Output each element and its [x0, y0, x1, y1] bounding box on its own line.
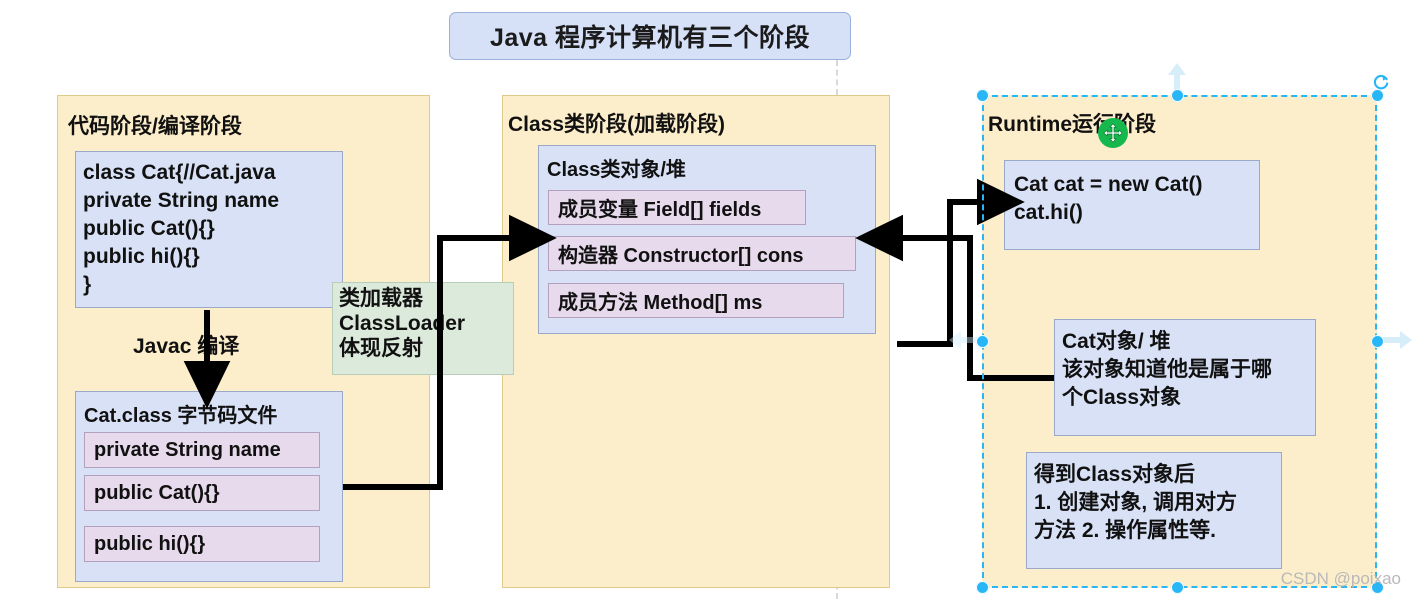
- bytecode-member-label: private String name: [94, 438, 281, 461]
- class-member-label: 成员方法 Method[] ms: [558, 292, 763, 314]
- classloader-note: 类加载器 ClassLoader 体现反射: [332, 282, 514, 375]
- rotate-icon[interactable]: [1372, 74, 1390, 92]
- table-row: 构造器 Constructor[] cons: [548, 236, 856, 271]
- classloader-note-text: 类加载器 ClassLoader 体现反射: [339, 287, 466, 360]
- selection-handle-middle-right[interactable]: [1371, 335, 1384, 348]
- stage-code-title: 代码阶段/编译阶段: [68, 115, 242, 138]
- selection-handle-bottom-center[interactable]: [1171, 581, 1184, 594]
- diagram-title-banner: Java 程序计算机有三个阶段: [449, 12, 851, 60]
- move-arrows-glyph: [1103, 123, 1123, 143]
- class-object-title: Class类对象/堆: [547, 159, 686, 181]
- stage-class-title: Class类阶段(加载阶段): [508, 113, 726, 136]
- selection-handle-middle-left[interactable]: [976, 335, 989, 348]
- selection-handle-bottom-left[interactable]: [976, 581, 989, 594]
- alignment-guide-top: [836, 60, 838, 95]
- selection-outline: [982, 95, 1377, 588]
- bytecode-file-title: Cat.class 字节码文件: [84, 405, 278, 427]
- selection-handle-top-center[interactable]: [1171, 89, 1184, 102]
- source-code-text: class Cat{//Cat.java private String name…: [83, 161, 280, 296]
- class-member-label: 构造器 Constructor[] cons: [558, 245, 804, 267]
- table-row: public Cat(){}: [84, 475, 320, 511]
- source-code-box: class Cat{//Cat.java private String name…: [75, 151, 343, 308]
- class-object-box: Class类对象/堆 成员变量 Field[] fields 构造器 Const…: [538, 145, 876, 334]
- class-member-label: 成员变量 Field[] fields: [558, 199, 762, 221]
- javac-compile-label: Javac 编译: [133, 335, 240, 358]
- diagram-title-text: Java 程序计算机有三个阶段: [489, 24, 811, 52]
- table-row: 成员方法 Method[] ms: [548, 283, 844, 318]
- bytecode-member-label: public Cat(){}: [94, 481, 220, 504]
- bytecode-file-box: Cat.class 字节码文件 private String name publ…: [75, 391, 343, 582]
- bytecode-member-label: public hi(){}: [94, 532, 206, 555]
- table-row: 成员变量 Field[] fields: [548, 190, 806, 225]
- csdn-watermark: CSDN @poixao: [1280, 569, 1401, 588]
- table-row: private String name: [84, 432, 320, 468]
- resize-hint-right-icon: [1382, 331, 1412, 349]
- selection-handle-top-left[interactable]: [976, 89, 989, 102]
- table-row: public hi(){}: [84, 526, 320, 562]
- move-cursor-icon[interactable]: [1098, 118, 1128, 148]
